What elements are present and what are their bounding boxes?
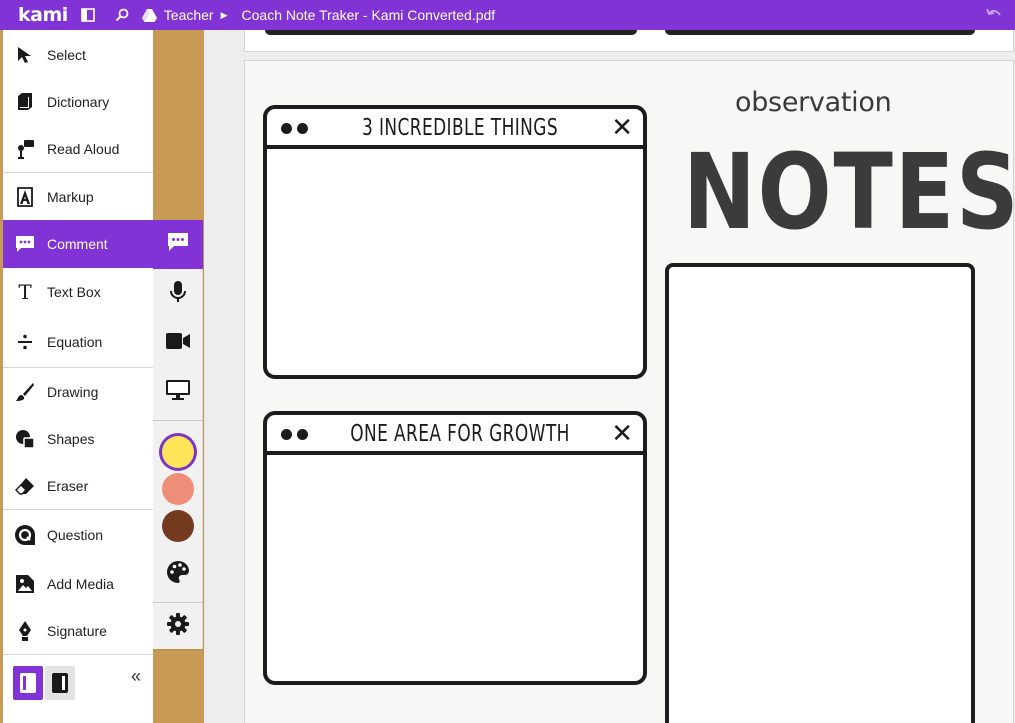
undo-icon[interactable] (985, 7, 1003, 23)
color-swatch-brown[interactable] (162, 510, 194, 542)
panel-header: 3 INCREDIBLE THINGS ✕ (267, 109, 643, 149)
breadcrumb-separator-icon: ▶ (220, 9, 228, 20)
sidebar-toggle-icon[interactable] (80, 7, 96, 23)
tool-shapes[interactable]: Shapes (3, 416, 153, 462)
palette-icon (166, 560, 190, 589)
tool-divider (3, 654, 153, 655)
top-bar: kami Teacher ▶ Coach Note Traker - Kami … (0, 0, 1015, 30)
tool-select[interactable]: Select (3, 32, 153, 78)
tool-signature[interactable]: Signature (3, 608, 153, 654)
tool-drawing[interactable]: Drawing (3, 369, 153, 415)
document-title[interactable]: Coach Note Traker - Kami Converted.pdf (242, 7, 496, 23)
subtoolbar-divider (153, 420, 203, 421)
color-swatch-salmon[interactable] (162, 473, 194, 505)
tool-divider (3, 172, 153, 173)
tool-divider (3, 367, 153, 368)
tool-label: Dictionary (47, 94, 110, 110)
text-icon: T (18, 280, 32, 304)
tool-label: Comment (47, 236, 108, 252)
question-icon (14, 524, 36, 546)
tool-dictionary[interactable]: Dictionary (3, 79, 153, 125)
window-dots-icon (281, 429, 308, 440)
monitor-icon (165, 379, 191, 406)
screen-record-button[interactable] (153, 368, 203, 417)
previous-page-bottom (244, 30, 1014, 52)
image-icon (14, 573, 36, 595)
search-icon[interactable] (114, 7, 130, 23)
tool-label: Markup (47, 189, 94, 205)
tool-label: Text Box (47, 284, 101, 300)
eraser-icon (14, 475, 36, 497)
tool-panel: Select Dictionary Read Aloud Markup Comm… (3, 30, 153, 723)
microphone-icon (169, 280, 187, 309)
cursor-icon (14, 44, 36, 66)
video-icon (165, 332, 191, 355)
tool-label: Add Media (47, 576, 114, 592)
tool-add-media[interactable]: Add Media (3, 561, 153, 607)
comment-icon (167, 232, 189, 257)
tool-label: Signature (47, 623, 107, 639)
tool-label: Select (47, 47, 86, 63)
kami-logo[interactable]: kami (18, 4, 68, 26)
tool-question[interactable]: Question (3, 512, 153, 558)
area-for-growth-panel[interactable]: ONE AREA FOR GROWTH ✕ (263, 411, 647, 685)
document-viewer[interactable]: 3 INCREDIBLE THINGS ✕ ONE AREA FOR GROWT… (204, 30, 1015, 723)
color-picker-button[interactable] (153, 550, 203, 599)
book-icon (14, 91, 36, 113)
divide-icon (14, 331, 36, 353)
panel-mode-toggles (13, 666, 75, 700)
tool-read-aloud[interactable]: Read Aloud (3, 126, 153, 172)
notes-heading: NOTES (683, 131, 1015, 253)
gear-icon (167, 612, 189, 640)
tool-text-box[interactable]: T Text Box (3, 269, 153, 315)
comment-subtoolbar (153, 220, 203, 649)
panel-title: 3 INCREDIBLE THINGS (361, 115, 559, 141)
video-comment-button[interactable] (153, 319, 203, 368)
incredible-things-panel[interactable]: 3 INCREDIBLE THINGS ✕ (263, 105, 647, 379)
tool-label: Eraser (47, 478, 89, 494)
tool-eraser[interactable]: Eraser (3, 463, 153, 509)
google-drive-icon (142, 7, 158, 23)
tool-divider (3, 509, 153, 510)
close-icon: ✕ (611, 113, 633, 143)
expanded-panel-toggle[interactable] (13, 666, 43, 700)
markup-icon (14, 186, 36, 208)
tool-label: Drawing (47, 384, 99, 400)
shapes-icon (14, 428, 36, 450)
tool-label: Equation (47, 334, 103, 350)
previous-page-frame (665, 30, 975, 35)
tool-label: Shapes (47, 431, 95, 447)
window-dots-icon (281, 123, 308, 134)
comment-settings-button[interactable] (153, 603, 203, 649)
color-swatch-yellow[interactable] (162, 436, 194, 468)
voice-comment-button[interactable] (153, 270, 203, 319)
read-aloud-icon (14, 138, 36, 160)
notes-box[interactable] (665, 263, 975, 723)
close-icon: ✕ (611, 419, 633, 449)
panel-header: ONE AREA FOR GROWTH ✕ (267, 415, 643, 455)
collapse-panel-button[interactable]: « (131, 666, 141, 687)
comment-icon (14, 233, 36, 255)
breadcrumb-folder[interactable]: Teacher (164, 7, 214, 23)
tool-label: Question (47, 527, 104, 543)
compact-panel-toggle[interactable] (45, 666, 75, 700)
observation-heading: observation (735, 87, 892, 118)
panel-title: ONE AREA FOR GROWTH (350, 421, 570, 447)
tool-label: Read Aloud (47, 141, 120, 157)
brush-icon (14, 381, 36, 403)
tool-comment[interactable]: Comment (3, 220, 153, 268)
text-comment-button[interactable] (153, 220, 203, 269)
tool-markup[interactable]: Markup (3, 174, 153, 220)
tool-equation[interactable]: Equation (3, 319, 153, 365)
pen-nib-icon (14, 620, 36, 642)
previous-page-frame (265, 30, 637, 35)
document-page[interactable]: 3 INCREDIBLE THINGS ✕ ONE AREA FOR GROWT… (244, 60, 1015, 723)
